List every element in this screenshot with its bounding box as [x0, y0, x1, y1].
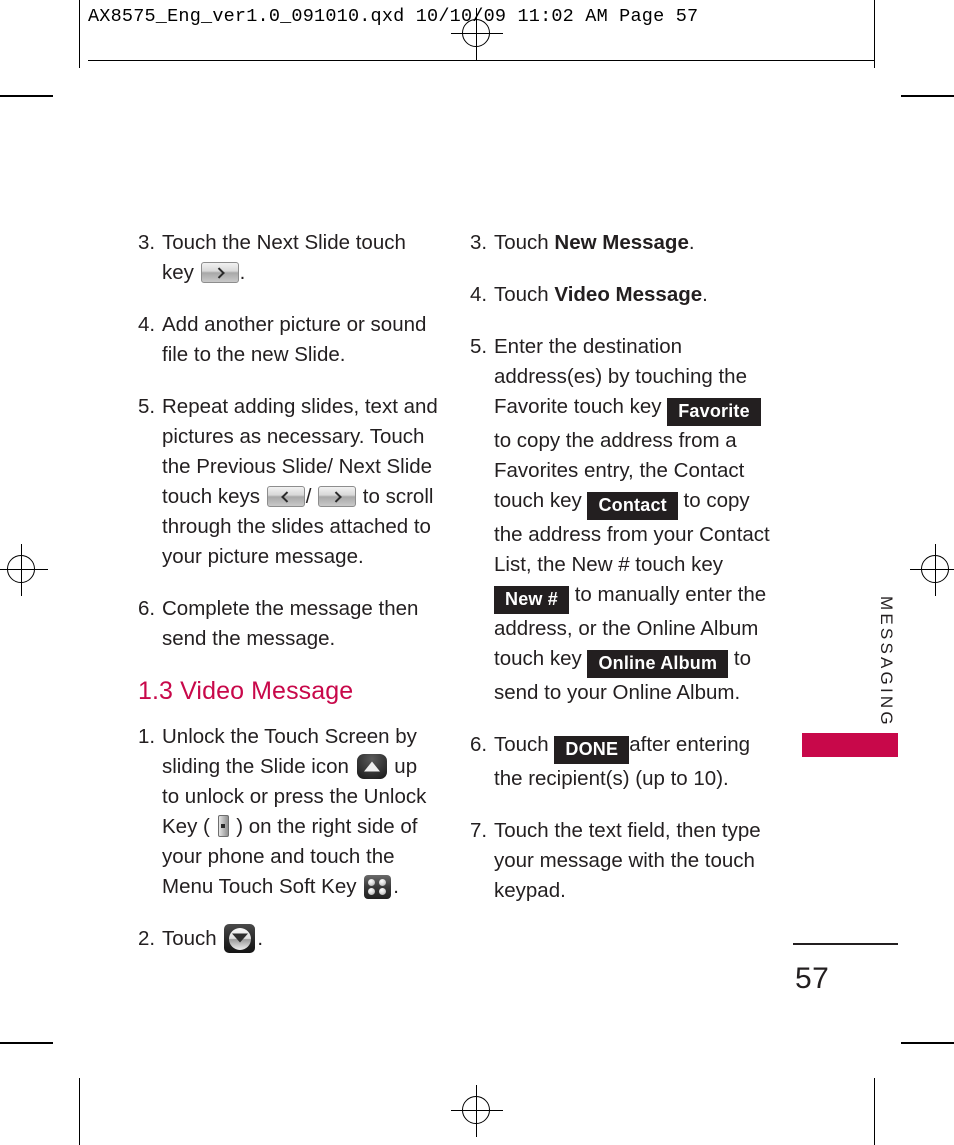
touch-key-chip: Online Album: [587, 650, 729, 678]
instruction-step: 6. Complete the message then send the mes…: [138, 594, 438, 654]
instruction-step: 1. Unlock the Touch Screen by sliding the…: [138, 722, 438, 902]
emphasized-menu-name: Video Message: [554, 283, 703, 306]
emphasized-menu-name: New Message: [554, 231, 689, 254]
instruction-step: 7. Touch the text field, then type your m…: [470, 816, 772, 906]
step-number: 5.: [138, 395, 156, 418]
touch-key-chip: Favorite: [667, 398, 761, 426]
right-column: 3. Touch New Message. 4. Touch Video Messag…: [470, 228, 772, 928]
step-text: Enter the destination address(es) by tou…: [494, 335, 770, 704]
unlock-key-icon: [217, 815, 229, 837]
step-text: Touch the Next Slide touch key .: [162, 231, 406, 284]
step-text: Complete the message then send the messa…: [162, 597, 419, 650]
step-text: Unlock the Touch Screen by sliding the S…: [162, 725, 427, 899]
step-number: 6.: [138, 597, 156, 620]
instruction-step: 4. Touch Video Message.: [470, 280, 772, 310]
previous-slide-touch-key-icon: [266, 486, 305, 507]
step-number: 4.: [138, 313, 156, 336]
slide-up-icon: [356, 754, 387, 779]
step-number: 5.: [470, 335, 488, 358]
next-slide-touch-key-icon: [318, 486, 357, 507]
touch-key-chip: New #: [494, 586, 570, 614]
instruction-step: 3. Touch New Message.: [470, 228, 772, 258]
instruction-step: 6. Touch DONE after entering the recipient…: [470, 730, 772, 794]
manual-page: 3. Touch the Next Slide touch key . 4. Add …: [0, 0, 954, 1145]
instruction-step: 5. Repeat adding slides, text and picture…: [138, 392, 438, 572]
step-number: 4.: [470, 283, 488, 306]
step-text: Touch the text field, then type your mes…: [494, 819, 761, 902]
instruction-step: 3. Touch the Next Slide touch key .: [138, 228, 438, 288]
chapter-tab-label: MESSAGING: [877, 596, 896, 728]
step-number: 2.: [138, 927, 156, 950]
page-number: 57: [795, 962, 830, 995]
instruction-step: 2. Touch .: [138, 924, 438, 954]
touch-key-chip: DONE: [554, 736, 630, 764]
down-chevron-key-icon: [224, 924, 256, 953]
chapter-tab-marker: [802, 733, 898, 757]
step-number: 1.: [138, 725, 156, 748]
step-text: Touch .: [162, 924, 438, 954]
step-number: 7.: [470, 819, 488, 842]
step-number: 6.: [470, 733, 488, 756]
instruction-step: 5. Enter the destination address(es) by t…: [470, 332, 772, 708]
left-column: 3. Touch the Next Slide touch key . 4. Add …: [138, 228, 438, 976]
folio-rule: [793, 943, 898, 945]
menu-soft-key-icon: [364, 875, 392, 899]
touch-key-chip: Contact: [587, 492, 678, 520]
page-title: 1.3 Video Message: [138, 677, 354, 705]
step-text: Repeat adding slides, text and pictures …: [162, 395, 438, 568]
step-number: 3.: [138, 231, 156, 254]
step-text: Touch DONE after entering the recipient(s…: [494, 733, 751, 790]
step-text: Touch Video Message.: [494, 283, 708, 306]
next-slide-touch-key-icon: [200, 262, 239, 283]
step-number: 3.: [470, 231, 488, 254]
step-text: Touch New Message.: [494, 231, 695, 254]
instruction-step: 4. Add another picture or sound file to t…: [138, 310, 438, 370]
step-text: Add another picture or sound file to the…: [162, 313, 427, 366]
